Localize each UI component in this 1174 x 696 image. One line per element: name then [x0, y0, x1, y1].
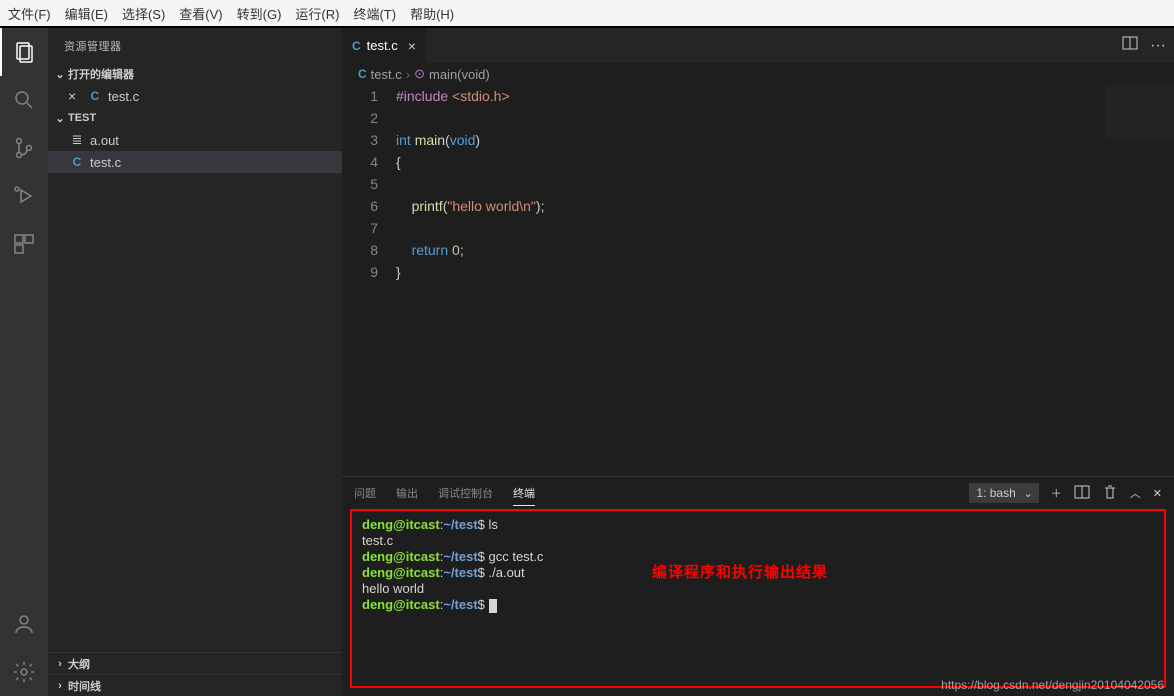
timeline-header[interactable]: ›时间线 [48, 674, 342, 696]
more-icon[interactable]: ··· [1150, 37, 1166, 55]
debug-icon[interactable] [0, 172, 48, 220]
menubar: 文件(F) 编辑(E) 选择(S) 查看(V) 转到(G) 运行(R) 终端(T) 帮助(H) [0, 0, 1174, 28]
code-editor[interactable]: 123456789 #include <stdio.h>int main(voi… [342, 85, 1174, 476]
menu-item[interactable]: 选择(S) [122, 4, 165, 23]
split-editor-icon[interactable] [1122, 35, 1138, 56]
terminal-line: deng@itcast:~/test$ ls [362, 517, 1154, 533]
menu-item[interactable]: 帮助(H) [410, 4, 454, 23]
kill-terminal-icon[interactable] [1102, 484, 1118, 503]
open-editors-header[interactable]: ⌄打开的编辑器 [48, 63, 342, 85]
sidebar: 资源管理器 ⌄打开的编辑器 ×Ctest.c ⌄TEST ≣a.outCtest… [48, 28, 342, 696]
main: 资源管理器 ⌄打开的编辑器 ×Ctest.c ⌄TEST ≣a.outCtest… [0, 28, 1174, 696]
folder-header[interactable]: ⌄TEST [48, 107, 342, 129]
breadcrumb[interactable]: C test.c › ⊙ main(void) [342, 63, 1174, 85]
gear-icon[interactable] [0, 648, 48, 696]
search-icon[interactable] [0, 76, 48, 124]
terminal-line: deng@itcast:~/test$ gcc test.c [362, 549, 1154, 565]
sidebar-title: 资源管理器 [48, 28, 342, 63]
scm-icon[interactable] [0, 124, 48, 172]
menu-item[interactable]: 终端(T) [353, 4, 396, 23]
panel-tab[interactable]: 调试控制台 [438, 481, 493, 505]
close-panel-icon[interactable]: ✕ [1153, 487, 1162, 500]
maximize-panel-icon[interactable]: ︿ [1130, 485, 1141, 501]
menu-item[interactable]: 编辑(E) [65, 4, 108, 23]
tab-bar: Ctest.c× ··· [342, 28, 1174, 63]
close-icon[interactable]: × [68, 88, 82, 104]
terminal-line: deng@itcast:~/test$ [362, 597, 1154, 613]
split-terminal-icon[interactable] [1074, 484, 1090, 503]
terminal-line: test.c [362, 533, 1154, 549]
panel-tab[interactable]: 问题 [354, 481, 376, 505]
panel-tab[interactable]: 输出 [396, 481, 418, 505]
panel-tab[interactable]: 终端 [513, 481, 535, 506]
editor: Ctest.c× ··· C test.c › ⊙ main(void) 123… [342, 28, 1174, 696]
open-editor-item[interactable]: ×Ctest.c [48, 85, 342, 107]
terminal-select[interactable]: 1: bash [969, 486, 1038, 500]
terminal-line: hello world [362, 581, 1154, 597]
watermark: https://blog.csdn.net/dengjin20104042056 [941, 678, 1164, 692]
terminal[interactable]: 编译程序和执行输出结果 deng@itcast:~/test$ lstest.c… [350, 509, 1166, 688]
close-icon[interactable]: × [408, 38, 416, 54]
file-item[interactable]: Ctest.c [48, 151, 342, 173]
panel: 问题输出调试控制台终端 1: bash ＋ ︿ ✕ 编译程序和执行输出结果 de… [342, 476, 1174, 696]
symbol-icon: ⊙ [414, 66, 425, 82]
panel-tabs: 问题输出调试控制台终端 1: bash ＋ ︿ ✕ [342, 477, 1174, 509]
annotation: 编译程序和执行输出结果 [652, 565, 828, 581]
editor-tab[interactable]: Ctest.c× [342, 28, 426, 63]
file-c-icon: C [86, 89, 104, 103]
file-icon: ≣ [68, 132, 86, 148]
file-c-icon: C [352, 39, 361, 53]
menu-item[interactable]: 文件(F) [8, 4, 51, 23]
menu-item[interactable]: 转到(G) [237, 4, 282, 23]
menu-item[interactable]: 运行(R) [295, 4, 339, 23]
account-icon[interactable] [0, 600, 48, 648]
file-icon: C [68, 155, 86, 169]
file-item[interactable]: ≣a.out [48, 129, 342, 151]
activity-bar [0, 28, 48, 696]
new-terminal-icon[interactable]: ＋ [1051, 485, 1062, 501]
minimap[interactable] [1106, 85, 1174, 139]
outline-header[interactable]: ›大纲 [48, 652, 342, 674]
menu-item[interactable]: 查看(V) [179, 4, 222, 23]
extensions-icon[interactable] [0, 220, 48, 268]
file-c-icon: C [358, 67, 367, 81]
explorer-icon[interactable] [0, 28, 48, 76]
